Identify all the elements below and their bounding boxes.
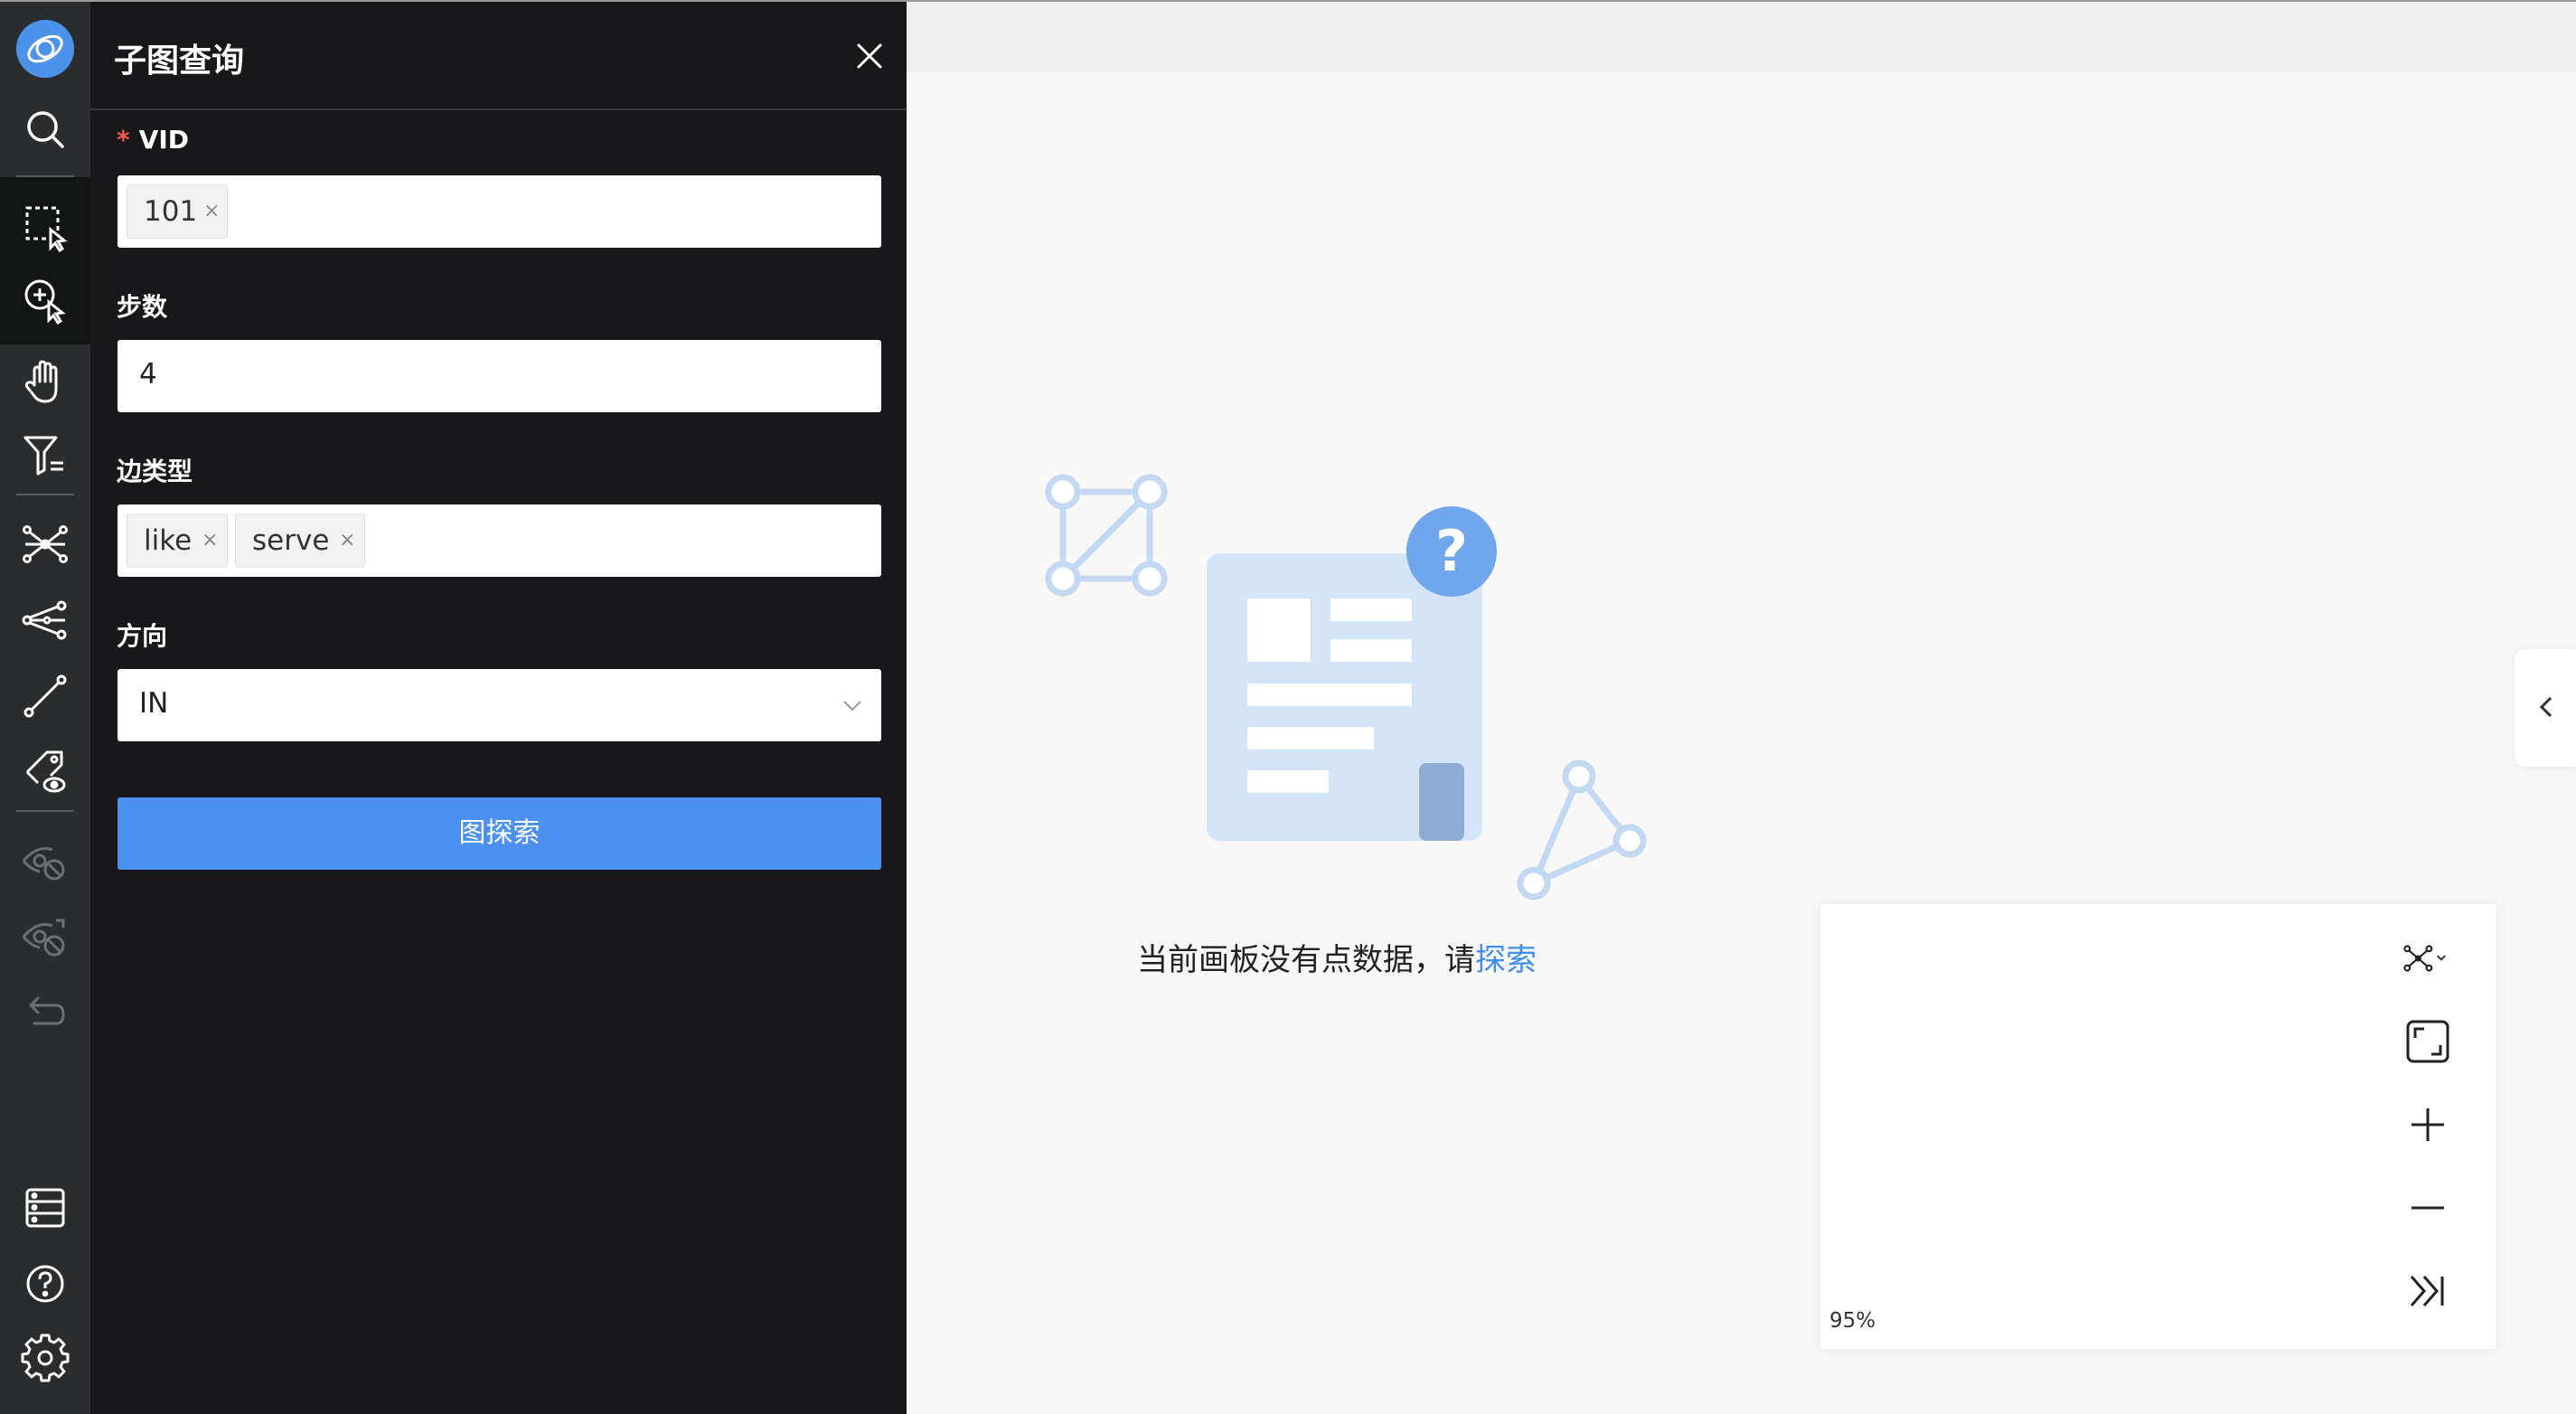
close-icon[interactable]	[850, 36, 889, 76]
help-icon[interactable]	[14, 1253, 76, 1315]
left-toolbar	[0, 2, 90, 1414]
steps-value: 4	[139, 358, 157, 391]
remove-tag-icon[interactable]: ×	[203, 185, 220, 238]
direction-label: 方向	[117, 621, 168, 651]
search-icon[interactable]	[14, 99, 76, 161]
canvas-controls-panel: 95%	[1820, 904, 2496, 1349]
layout-icon[interactable]	[2399, 929, 2480, 987]
subgraph-query-panel: 子图查询 * VID 101 × 步数 4 边类型 like × serve × …	[90, 2, 907, 1414]
panel-header: 子图查询	[90, 2, 907, 110]
settings-icon[interactable]	[14, 1327, 76, 1389]
expand-icon[interactable]	[14, 268, 76, 329]
direction-value: IN	[139, 687, 169, 720]
vid-tag: 101 ×	[127, 184, 228, 239]
explore-link[interactable]: 探索	[1475, 942, 1537, 978]
edge-type-label: 边类型	[117, 457, 193, 486]
filter-icon[interactable]	[14, 425, 76, 486]
reveal-icon[interactable]	[14, 906, 76, 967]
explore-button[interactable]: 图探索	[118, 797, 881, 870]
edge-tag: serve ×	[235, 514, 365, 568]
hide-icon[interactable]	[14, 830, 76, 891]
empty-state-message: 当前画板没有点数据，请探索	[1137, 935, 1537, 979]
remove-tag-icon[interactable]: ×	[202, 514, 218, 567]
remove-tag-icon[interactable]: ×	[339, 514, 355, 567]
canvas-header	[907, 2, 2576, 72]
empty-state-text: 当前画板没有点数据，请	[1137, 942, 1475, 978]
vid-input[interactable]: 101 ×	[118, 175, 881, 248]
fit-view-icon[interactable]	[2399, 1013, 2457, 1070]
zoom-out-icon[interactable]	[2399, 1179, 2457, 1237]
required-mark: *	[117, 125, 130, 155]
steps-input[interactable]: 4	[118, 340, 881, 412]
tag-view-icon[interactable]	[14, 740, 76, 801]
edge-line-icon[interactable]	[14, 665, 76, 727]
panel-title: 子图查询	[114, 42, 245, 80]
svg-text:?: ?	[1435, 518, 1468, 584]
edge-tag: like ×	[127, 514, 228, 568]
direction-select[interactable]: IN	[118, 669, 881, 741]
zoom-level: 95%	[1829, 1309, 1876, 1333]
edge-type-select[interactable]: like × serve ×	[118, 504, 881, 577]
subgraph-icon[interactable]	[14, 514, 76, 575]
path-icon[interactable]	[14, 589, 76, 651]
list-icon[interactable]	[14, 1177, 76, 1239]
vid-label: * VID	[117, 125, 189, 155]
edge-tag-label: serve	[252, 524, 330, 557]
logo-icon	[16, 20, 74, 78]
empty-state-illustration: ?	[1021, 463, 1672, 915]
vid-tag-label: 101	[144, 195, 198, 228]
box-select-icon[interactable]	[14, 195, 76, 257]
pan-hand-icon[interactable]	[14, 351, 76, 412]
chevron-left-icon	[2539, 696, 2552, 718]
steps-label: 步数	[117, 292, 168, 322]
side-panel-toggle[interactable]	[2515, 649, 2576, 767]
undo-icon[interactable]	[14, 980, 76, 1042]
zoom-in-icon[interactable]	[2399, 1096, 2457, 1154]
chevron-down-icon	[841, 694, 864, 716]
collapse-icon[interactable]	[2399, 1262, 2457, 1320]
edge-tag-label: like	[144, 524, 193, 557]
